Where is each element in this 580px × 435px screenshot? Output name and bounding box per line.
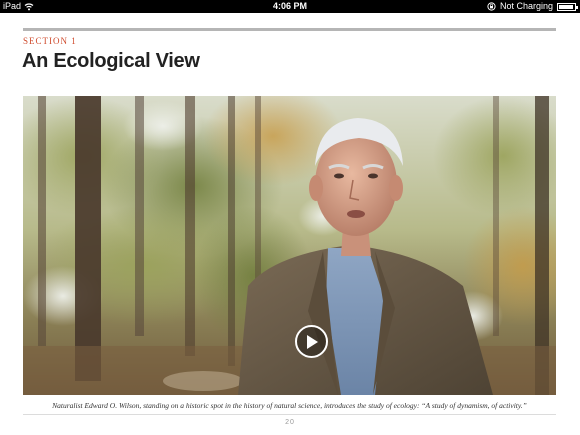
status-bar: iPad 4:06 PM Not Charging [0,0,580,13]
rotation-lock-icon [487,2,496,11]
battery-icon [557,2,578,11]
charging-status: Not Charging [499,1,553,11]
video-player[interactable] [23,96,556,395]
section-label: SECTION 1 [23,36,77,46]
play-button[interactable] [295,325,328,358]
play-icon [306,334,318,349]
section-top-rule [23,28,556,31]
video-still-image [23,96,556,395]
video-caption: Naturalist Edward O. Wilson, standing on… [52,401,527,410]
status-right: Not Charging [487,0,578,13]
page-title: An Ecological View [22,50,200,72]
page-number: 20 [285,419,295,426]
footer-rule [23,414,556,415]
